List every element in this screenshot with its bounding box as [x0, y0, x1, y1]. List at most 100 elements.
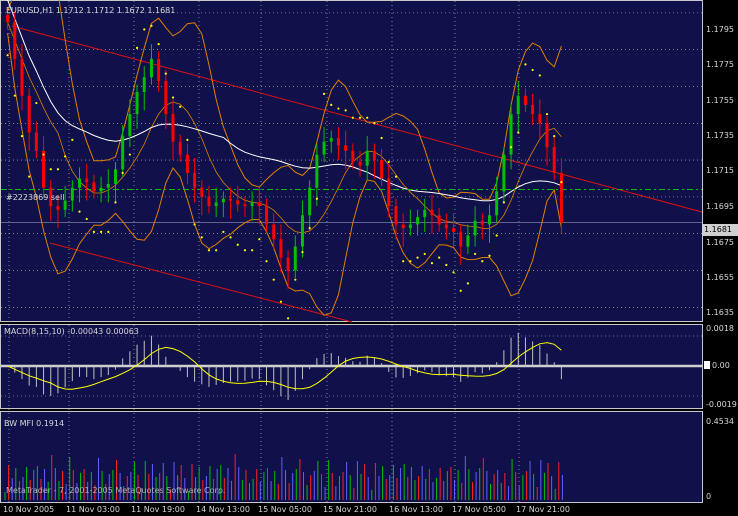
candle-body [157, 58, 161, 81]
sar-dot [71, 138, 74, 141]
sar-dot [294, 278, 297, 281]
price-tick: 1.1735 [706, 131, 734, 140]
candle-body [372, 150, 376, 161]
macd-tick: -0.0019 [706, 400, 737, 409]
sar-dot [452, 271, 455, 274]
sar-dot [545, 112, 549, 116]
candle-body [92, 182, 96, 192]
sar-dot [538, 74, 541, 77]
sar-dot [459, 289, 462, 292]
sar-dot [387, 160, 390, 164]
sar-dot [236, 243, 239, 246]
sar-dot [488, 254, 491, 257]
candle-body [315, 154, 319, 188]
sar-dot [56, 168, 60, 171]
time-tick: 14 Nov 13:00 [196, 505, 250, 514]
sar-dot [517, 131, 520, 134]
sar-dot [286, 317, 290, 320]
sar-dot [308, 227, 311, 230]
candle-body [164, 80, 168, 115]
candle-body [200, 187, 204, 197]
candle-body [106, 184, 110, 188]
price-tick: 1.1635 [706, 308, 734, 317]
candle-body [27, 95, 31, 133]
candle-body [128, 114, 132, 137]
time-tick: 17 Nov 21:00 [516, 505, 570, 514]
sar-dot [445, 263, 448, 267]
sar-dot [157, 43, 160, 46]
candle-body [452, 228, 456, 232]
candle-body [394, 206, 398, 225]
price-tick: 1.1695 [706, 202, 734, 211]
candle-body [78, 178, 82, 188]
candle-body [516, 95, 520, 115]
sar-dot [42, 153, 45, 156]
sar-dot [20, 135, 24, 138]
time-tick: 11 Nov 19:00 [131, 505, 185, 514]
current-price-badge: 1.1681 [702, 224, 738, 236]
sar-dot [251, 249, 254, 252]
candle-body [329, 138, 333, 142]
mfi-tick: 0 [706, 492, 712, 501]
price-tick: 1.1715 [706, 166, 734, 175]
candle-body [70, 187, 74, 201]
candle-body [416, 217, 420, 225]
sar-dot [85, 217, 88, 221]
symbol-header: EURUSD,H1 1.1712 1.1712 1.1672 1.1681 [6, 6, 176, 15]
sar-dot [473, 252, 477, 256]
candle-body [243, 204, 247, 207]
candle-body [193, 172, 197, 188]
price-tick: 1.1795 [706, 25, 734, 34]
candle-body [502, 154, 506, 192]
sar-dot [193, 223, 196, 226]
candle-body [221, 198, 225, 203]
sar-dot [179, 105, 182, 108]
candle-body [423, 209, 427, 218]
candle-body [286, 257, 290, 271]
candle-body [229, 198, 233, 201]
candle-body [265, 206, 269, 225]
sar-dot [121, 171, 124, 175]
sar-dot [279, 300, 283, 303]
candle-body [214, 202, 218, 207]
sar-dot [509, 146, 513, 149]
candle-body [250, 202, 254, 207]
candle-body [459, 231, 463, 247]
candle-body [495, 191, 499, 216]
time-tick: 11 Nov 03:00 [66, 505, 120, 514]
sar-dot [481, 260, 484, 263]
chart-canvas [0, 0, 738, 516]
sar-dot [35, 101, 38, 105]
candle-body [380, 160, 384, 179]
time-tick: 17 Nov 05:00 [452, 505, 506, 514]
candle-body [322, 141, 326, 155]
candle-body [473, 220, 477, 236]
sar-dot [99, 230, 103, 233]
sar-dot [135, 46, 139, 49]
candle-body [20, 58, 24, 96]
sar-dot [553, 135, 556, 138]
macd-label: MACD(8,15,10) -0.00043 0.00063 [4, 327, 139, 336]
candle-body [113, 169, 117, 184]
order-label[interactable]: #2223869 sell [6, 193, 64, 203]
sar-dot [258, 238, 261, 241]
sar-dot [344, 109, 347, 112]
candle-body [207, 196, 211, 207]
time-tick: 15 Nov 21:00 [323, 505, 377, 514]
sar-dot [64, 155, 67, 158]
sar-dot [78, 210, 81, 213]
sar-dot [243, 249, 247, 252]
sar-dot [186, 138, 189, 141]
sar-dot [143, 28, 146, 31]
candle-body [85, 178, 89, 183]
sar-dot [6, 54, 9, 57]
sar-dot [531, 68, 534, 72]
time-tick: 10 Nov 2005 [3, 505, 55, 514]
sar-dot [301, 250, 304, 254]
sar-dot [351, 116, 354, 119]
macd-zero-marker [704, 361, 710, 369]
time-tick: 16 Nov 13:00 [389, 505, 443, 514]
sar-dot [373, 122, 376, 125]
price-tick: 1.1775 [706, 60, 734, 69]
sar-dot [171, 96, 175, 99]
